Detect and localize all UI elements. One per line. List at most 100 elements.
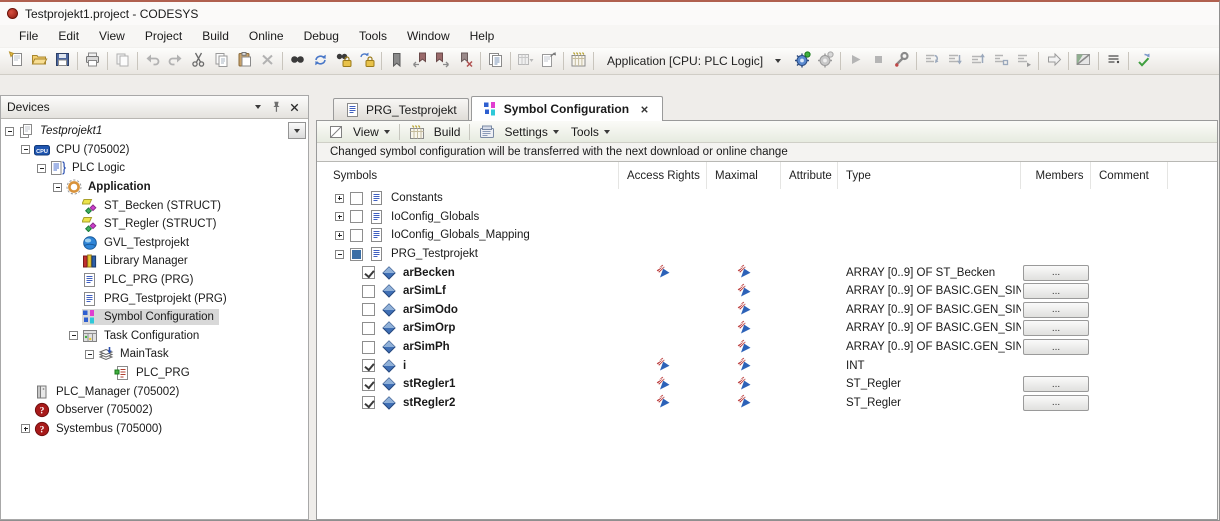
menu-project[interactable]: Project: [135, 26, 192, 46]
device-plc-prg-prg[interactable]: PLC_PRG (PRG): [1, 271, 308, 290]
cut-button[interactable]: [187, 49, 210, 73]
bookmark-next-button[interactable]: [431, 49, 454, 73]
menu-edit[interactable]: Edit: [48, 26, 89, 46]
symbol-row-ioconfig-globals[interactable]: IoConfig_Globals: [317, 208, 1217, 227]
menu-online[interactable]: Online: [239, 26, 294, 46]
access-rights-cell[interactable]: [619, 394, 707, 411]
breakpoints-button[interactable]: [890, 49, 913, 73]
symbol-checkbox-unchecked[interactable]: [362, 322, 375, 335]
maximal-cell[interactable]: [707, 339, 781, 356]
members-button[interactable]: ...: [1023, 376, 1089, 392]
step-into-button[interactable]: [943, 49, 966, 73]
device-symbol-configuration[interactable]: Symbol Configuration: [1, 308, 308, 327]
symbol-checkbox-unchecked[interactable]: [350, 229, 363, 242]
symbol-checkbox-checked[interactable]: [362, 359, 375, 372]
replace-button[interactable]: [309, 49, 332, 73]
panel-menu-button[interactable]: [249, 99, 267, 116]
device-prg-testprojekt-prg[interactable]: PRG_Testprojekt (PRG): [1, 289, 308, 308]
stop-button[interactable]: [867, 49, 890, 73]
access-rights-cell[interactable]: [619, 357, 707, 374]
panel-pin-button[interactable]: [267, 99, 285, 116]
members-button[interactable]: ...: [1023, 339, 1089, 355]
set-next-statement-button[interactable]: [1042, 49, 1065, 73]
start-button[interactable]: [844, 49, 867, 73]
symbol-checkbox-unchecked[interactable]: [362, 341, 375, 354]
login-button[interactable]: [791, 49, 814, 73]
members-button[interactable]: ...: [1023, 320, 1089, 336]
paste-button[interactable]: [233, 49, 256, 73]
tab-close-button[interactable]: [638, 103, 651, 116]
device-observer-705002[interactable]: ?Observer (705002): [1, 401, 308, 420]
bookmark-prev-button[interactable]: [408, 49, 431, 73]
access-rights-cell[interactable]: [619, 264, 707, 281]
device-gvl-testprojekt[interactable]: GVL_Testprojekt: [1, 234, 308, 253]
maximal-cell[interactable]: [707, 394, 781, 411]
maximal-cell[interactable]: [707, 264, 781, 281]
symbol-row-i[interactable]: iINT: [317, 356, 1217, 375]
check-syntax-button[interactable]: [1132, 49, 1155, 73]
save-button[interactable]: [51, 49, 74, 73]
view-button[interactable]: View: [322, 122, 396, 142]
logout-button[interactable]: [814, 49, 837, 73]
symbol-row-arsimph[interactable]: arSimPhARRAY [0..9] OF BASIC.GEN_SIN...: [317, 338, 1217, 357]
expand-icon[interactable]: [335, 194, 344, 203]
expand-icon[interactable]: [335, 231, 344, 240]
symbol-checkbox-tristate[interactable]: [350, 248, 363, 261]
devices-combo-button[interactable]: [288, 122, 306, 139]
symbol-row-arbecken[interactable]: arBeckenARRAY [0..9] OF ST_Becken...: [317, 263, 1217, 282]
new-object-button[interactable]: [537, 49, 560, 73]
access-rights-cell[interactable]: [619, 376, 707, 393]
device-plc-manager-705002[interactable]: PLC_Manager (705002): [1, 382, 308, 401]
settings-button[interactable]: Settings: [473, 122, 564, 142]
expand-icon[interactable]: [335, 212, 344, 221]
build-button[interactable]: [567, 49, 590, 73]
device-systembus-705000[interactable]: ?Systembus (705000): [1, 420, 308, 439]
tab-symbol-configuration[interactable]: Symbol Configuration: [471, 96, 663, 121]
copy-button[interactable]: [210, 49, 233, 73]
menu-build[interactable]: Build: [192, 26, 239, 46]
collapse-icon[interactable]: [85, 350, 94, 359]
maximal-cell[interactable]: [707, 283, 781, 300]
symbol-checkbox-checked[interactable]: [362, 378, 375, 391]
symbol-row-arsimlf[interactable]: arSimLfARRAY [0..9] OF BASIC.GEN_SIN...: [317, 282, 1217, 301]
step-single-button[interactable]: [989, 49, 1012, 73]
step-over-button[interactable]: [920, 49, 943, 73]
members-button[interactable]: ...: [1023, 395, 1089, 411]
symbol-checkbox-unchecked[interactable]: [350, 210, 363, 223]
declarations-dropdown-button[interactable]: [514, 49, 537, 73]
print-preview-button[interactable]: [111, 49, 134, 73]
device-maintask[interactable]: MainTask: [1, 345, 308, 364]
menu-tools[interactable]: Tools: [349, 26, 397, 46]
device-st-regler-struct[interactable]: ST_Regler (STRUCT): [1, 215, 308, 234]
device-cpu-705002[interactable]: CPUCPU (705002): [1, 141, 308, 160]
device-application[interactable]: Application: [1, 178, 308, 197]
step-out-button[interactable]: [966, 49, 989, 73]
menu-file[interactable]: File: [9, 26, 48, 46]
device-testprojekt1[interactable]: Testprojekt1: [1, 122, 308, 141]
symbol-checkbox-unchecked[interactable]: [362, 303, 375, 316]
device-plc-logic[interactable]: PLC Logic: [1, 159, 308, 178]
symbol-row-constants[interactable]: Constants: [317, 189, 1217, 208]
bookmark-toggle-button[interactable]: [385, 49, 408, 73]
maximal-cell[interactable]: [707, 376, 781, 393]
symbol-checkbox-checked[interactable]: [362, 266, 375, 279]
collapse-icon[interactable]: [69, 331, 78, 340]
menu-window[interactable]: Window: [397, 26, 460, 46]
open-project-button[interactable]: [28, 49, 51, 73]
messages-button[interactable]: [484, 49, 507, 73]
find-in-project-button[interactable]: [332, 49, 355, 73]
flow-control-button[interactable]: [1072, 49, 1095, 73]
members-button[interactable]: ...: [1023, 283, 1089, 299]
members-button[interactable]: ...: [1023, 265, 1089, 281]
menu-debug[interactable]: Debug: [294, 26, 349, 46]
members-button[interactable]: ...: [1023, 302, 1089, 318]
build-button[interactable]: Build: [403, 122, 467, 142]
active-application-selector[interactable]: Application [CPU: PLC Logic]: [600, 52, 788, 70]
undo-button[interactable]: [141, 49, 164, 73]
collapse-icon[interactable]: [21, 145, 30, 154]
symbol-checkbox-unchecked[interactable]: [350, 192, 363, 205]
device-task-configuration[interactable]: Task Configuration: [1, 327, 308, 346]
symbol-row-arsimorp[interactable]: arSimOrpARRAY [0..9] OF BASIC.GEN_SIN...: [317, 319, 1217, 338]
display-mode-button[interactable]: [1102, 49, 1125, 73]
maximal-cell[interactable]: [707, 357, 781, 374]
